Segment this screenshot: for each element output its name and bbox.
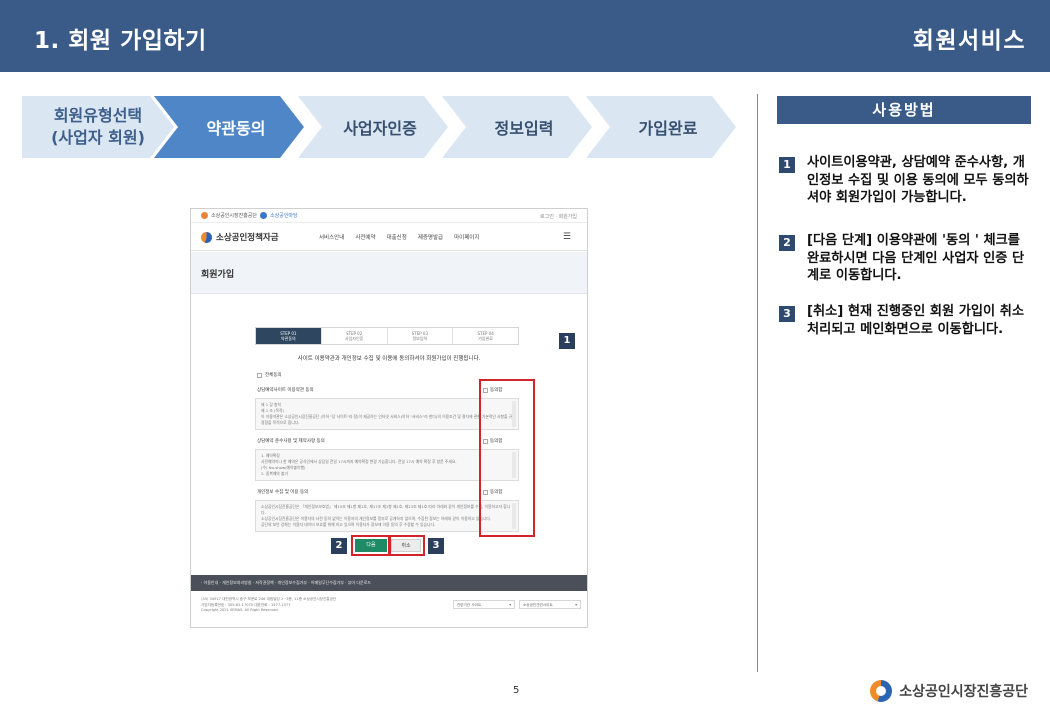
related-sites-select-2[interactable]: 소상공인관련사이트 ▾ — [519, 600, 581, 609]
site-step-label: 약관동의 — [281, 336, 296, 341]
callout-badge-1: 1 — [559, 333, 575, 349]
footer-links[interactable]: · 이용안내 · 개인정보처리방침 · 저작권정책 · 개인정보수집거부 · 이… — [201, 580, 371, 586]
step-label: 사업자인증 — [343, 119, 417, 138]
site-step: STEP 03 정보입력 — [388, 328, 454, 344]
menu-item[interactable]: 서비스안내 — [319, 233, 344, 241]
login-links[interactable]: 로그인 · 회원가입 — [540, 213, 577, 220]
signup-screenshot: 소상공인시장진흥공단 소상공인마당 로그인 · 회원가입 소상공인정책자금 서비… — [190, 208, 588, 628]
help-item-2: 2 [다음 단계] 이용약관에 '동의 ' 체크를 완료하시면 다음 단계인 사… — [779, 232, 1033, 285]
terms-text: 1. 예약확정 사전예약이나 한 예약은 공식인에서 상담일 전일 17시까지 … — [261, 453, 457, 476]
brand-name: 소상공인정책자금 — [216, 233, 279, 243]
semas-logo-icon — [870, 680, 893, 702]
help-title: 사용방법 — [777, 96, 1031, 124]
partner-logos: 소상공인시장진흥공단 소상공인마당 — [201, 212, 298, 219]
select-value: 관련기관 사이트 — [457, 603, 482, 607]
callout-badge-3: 3 — [428, 538, 444, 554]
guide-text: 사이트 이용약관과 개인정보 수집 및 이용에 동의하셔야 회원가입이 진행됩니… — [297, 356, 481, 362]
site-step-label: 사업자인증 — [344, 336, 364, 341]
next-button[interactable]: 다음 — [355, 539, 387, 552]
site-step: STEP 01 약관동의 — [256, 328, 322, 344]
site-address: (35) 34917 대전광역시 중구 보문로 246 대림빌딩 2~3층, 1… — [201, 597, 337, 613]
menu-item[interactable]: 대출신청 — [387, 233, 407, 241]
site-footer-bar: · 이용안내 · 개인정보처리방침 · 저작권정책 · 개인정보수집거부 · 이… — [191, 575, 587, 591]
step-complete: 가입완료 — [586, 96, 736, 158]
site-topbar: 소상공인시장진흥공단 소상공인마당 로그인 · 회원가입 — [191, 209, 587, 223]
terms-text: 소상공인시장진흥공단은 「개인정보보호법」 제15조 제1항 제1호, 제17조… — [261, 504, 511, 527]
hamburger-icon[interactable]: ☰ — [563, 232, 571, 242]
agree-all-label: 전체동의 — [265, 373, 282, 378]
step-label: 정보입력 — [494, 119, 554, 138]
site-step-indicator: STEP 01 약관동의 STEP 02 사업자인증 STEP 03 정보입력 … — [255, 327, 519, 345]
callout-badge-2: 2 — [331, 538, 347, 554]
site-step-label: 정보입력 — [412, 336, 428, 341]
terms-section-label: 상담예약사이트 이용약관 동의 — [257, 388, 314, 393]
page-title: 1. 회원 가입하기 — [34, 28, 207, 54]
section-title: 회원서비스 — [912, 28, 1026, 54]
help-number: 3 — [779, 306, 795, 322]
checkbox-icon — [257, 372, 262, 378]
menu-item[interactable]: 마이페이지 — [454, 233, 479, 241]
terms-text: 제 1 장 총칙 제 1 조 (목적) 이 이용약관은 소상공인시장진흥공단 (… — [261, 402, 513, 425]
footer-org-name: 소상공인시장진흥공단 — [899, 684, 1028, 700]
related-sites-select[interactable]: 관련기관 사이트 ▾ — [453, 600, 515, 609]
step-label: 회원유형선택 (사업자 회원) — [51, 106, 145, 147]
header-bar: 1. 회원 가입하기 회원서비스 — [0, 0, 1050, 72]
page-number: 5 — [513, 685, 520, 696]
logo-text: 소상공인마당 — [270, 213, 298, 219]
semas-logo-icon — [201, 212, 208, 219]
step-info-input: 정보입력 — [442, 96, 592, 158]
chevron-down-icon: ▾ — [575, 603, 577, 607]
site-brand[interactable]: 소상공인정책자금 — [201, 231, 279, 243]
cancel-button[interactable]: 취소 — [391, 539, 421, 552]
terms-section-label: 상담예약 준수사항 및 제약사항 동의 — [257, 439, 325, 444]
footer-logo: 소상공인시장진흥공단 — [870, 680, 1028, 702]
site-step-label: 가입완료 — [478, 336, 493, 341]
madang-logo-icon — [260, 212, 268, 219]
site-nav: 소상공인정책자금 서비스안내 사전예약 대출신청 제증명발급 마이페이지 ☰ — [191, 223, 587, 251]
help-text: [취소] 현재 진행중인 회원 가입이 취소 처리되고 메인화면으로 이동합니다… — [807, 304, 1024, 337]
terms-section-label: 개인정보 수집 및 이용 동의 — [257, 490, 309, 495]
brand-logo-icon — [201, 231, 212, 243]
logo-text: 소상공인시장진흥공단 — [211, 213, 258, 219]
help-item-1: 1 사이트이용약관, 상담예약 준수사항, 개인정보 수집 및 이용 동의에 모… — [779, 154, 1033, 207]
help-number: 1 — [779, 157, 795, 173]
step-member-type: 회원유형선택 (사업자 회원) — [22, 96, 174, 158]
step-label: 약관동의 — [206, 119, 266, 138]
site-page-title: 회원가입 — [201, 270, 235, 280]
site-menu: 서비스안내 사전예약 대출신청 제증명발급 마이페이지 — [319, 233, 479, 241]
step-label: 가입완료 — [638, 119, 698, 138]
help-text: [다음 단계] 이용약관에 '동의 ' 체크를 완료하시면 다음 단계인 사업자… — [807, 233, 1025, 283]
site-title-bar: 회원가입 — [191, 252, 587, 294]
help-text: 사이트이용약관, 상담예약 준수사항, 개인정보 수집 및 이용 동의에 모두 … — [807, 155, 1029, 205]
help-item-3: 3 [취소] 현재 진행중인 회원 가입이 취소 처리되고 메인화면으로 이동합… — [779, 303, 1033, 338]
step-business-auth: 사업자인증 — [298, 96, 448, 158]
agree-all-checkbox[interactable]: 전체동의 — [257, 372, 282, 378]
step-progress: 회원유형선택 (사업자 회원) 약관동의 사업자인증 정보입력 가입완료 — [22, 96, 742, 158]
help-number: 2 — [779, 235, 795, 251]
site-step: STEP 04 가입완료 — [453, 328, 518, 344]
agree-highlight-box — [479, 379, 535, 537]
select-value: 소상공인관련사이트 — [523, 603, 553, 607]
site-step: STEP 02 사업자인증 — [322, 328, 388, 344]
menu-item[interactable]: 제증명발급 — [418, 233, 443, 241]
divider — [757, 94, 758, 672]
menu-item[interactable]: 사전예약 — [355, 233, 375, 241]
step-terms: 약관동의 — [154, 96, 304, 158]
chevron-down-icon: ▾ — [509, 603, 511, 607]
